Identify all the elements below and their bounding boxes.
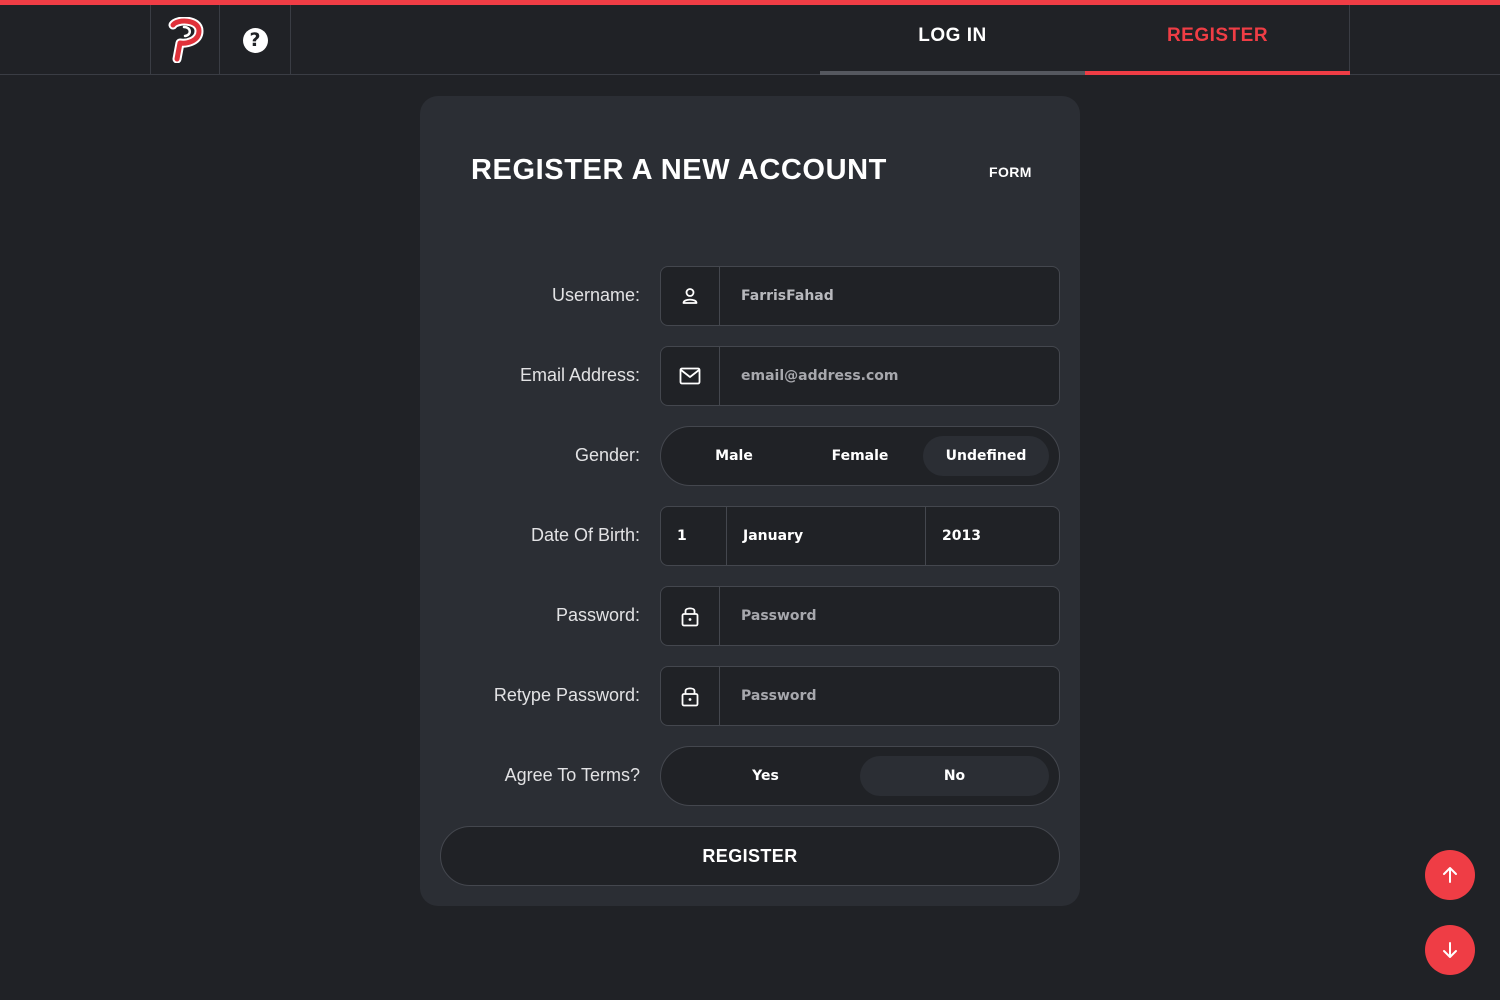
retype-password-label: Retype Password: bbox=[493, 685, 640, 705]
mail-icon bbox=[661, 347, 720, 405]
lock-icon bbox=[661, 587, 720, 645]
password-input[interactable] bbox=[720, 587, 1059, 645]
retype-password-field-group bbox=[660, 666, 1060, 726]
terms-selector: Yes No bbox=[660, 746, 1060, 806]
username-label: Username: bbox=[551, 285, 640, 305]
register-button[interactable]: REGISTER bbox=[440, 826, 1060, 886]
gender-option-male[interactable]: Male bbox=[671, 436, 797, 476]
retype-password-input[interactable] bbox=[720, 667, 1059, 725]
p-logo-icon bbox=[168, 17, 204, 63]
gender-label: Gender: bbox=[574, 445, 640, 465]
terms-option-no[interactable]: No bbox=[860, 756, 1049, 796]
dob-year-select[interactable]: 2013 bbox=[926, 507, 1059, 565]
email-label: Email Address: bbox=[519, 365, 640, 385]
arrow-up-icon bbox=[1443, 867, 1457, 883]
arrow-down-icon bbox=[1443, 942, 1457, 958]
password-label: Password: bbox=[555, 605, 640, 625]
email-input[interactable] bbox=[720, 347, 1059, 405]
scroll-up-button[interactable] bbox=[1425, 850, 1475, 900]
password-field-group bbox=[660, 586, 1060, 646]
help-button[interactable]: ? bbox=[220, 5, 291, 75]
terms-option-yes[interactable]: Yes bbox=[671, 756, 860, 796]
gender-selector: Male Female Undefined bbox=[660, 426, 1060, 486]
tab-register[interactable]: REGISTER bbox=[1085, 5, 1350, 75]
gender-option-undefined[interactable]: Undefined bbox=[923, 436, 1049, 476]
form-tag: FORM bbox=[989, 164, 1032, 180]
logo-link[interactable] bbox=[150, 5, 220, 75]
scroll-down-button[interactable] bbox=[1425, 925, 1475, 975]
question-mark-icon: ? bbox=[242, 27, 268, 53]
auth-tabs: LOG IN REGISTER bbox=[820, 5, 1350, 75]
lock-icon bbox=[661, 667, 720, 725]
register-form-card: REGISTER A NEW ACCOUNT FORM Username: Em… bbox=[420, 96, 1080, 906]
dob-field-group: 1 January 2013 bbox=[660, 506, 1060, 566]
terms-label: Agree To Terms? bbox=[504, 765, 640, 785]
user-icon bbox=[661, 267, 720, 325]
gender-option-female[interactable]: Female bbox=[797, 436, 923, 476]
dob-day-select[interactable]: 1 bbox=[661, 507, 727, 565]
username-field-group bbox=[660, 266, 1060, 326]
top-navigation-bar: ? LOG IN REGISTER bbox=[0, 5, 1500, 75]
tab-log-in[interactable]: LOG IN bbox=[820, 5, 1085, 75]
email-field-group bbox=[660, 346, 1060, 406]
username-input[interactable] bbox=[720, 267, 1059, 325]
dob-month-select[interactable]: January bbox=[727, 507, 926, 565]
dob-label: Date Of Birth: bbox=[530, 525, 640, 545]
page-title: REGISTER A NEW ACCOUNT bbox=[471, 154, 887, 186]
